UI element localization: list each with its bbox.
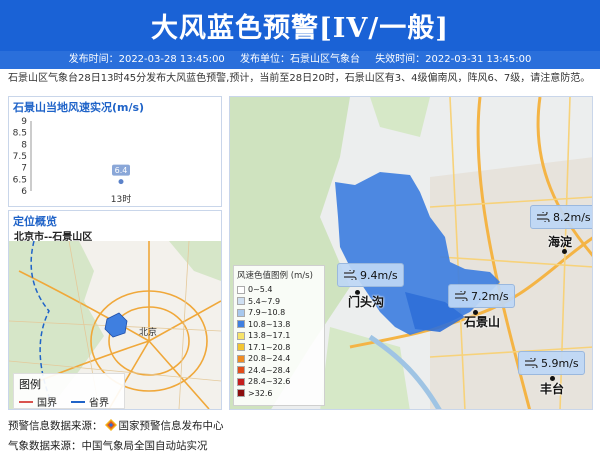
legend-swatch [237, 331, 245, 340]
legend-label: 24.4~28.4 [248, 365, 291, 375]
location-panel-title: 定位概览 [13, 215, 57, 228]
y-tick-label: 7 [21, 164, 27, 174]
wind-icon [537, 212, 550, 222]
wind-icon [344, 270, 357, 280]
legend-provincial-label: 省界 [89, 398, 109, 409]
legend-swatch [237, 343, 245, 352]
wind-speed-panel: 石景山当地风速实况(m/s) 9 8.5 8 7.5 7 6.5 6 6.4 13时 [8, 96, 222, 207]
legend-row: 10.8~13.8 [237, 319, 321, 331]
wind-icon [525, 358, 538, 368]
wind-icon [455, 291, 468, 301]
provincial-border-swatch [71, 400, 85, 403]
warning-source-value: 国家预警信息发布中心 [118, 420, 224, 432]
wind-color-legend: 风速色值图例 (m/s) 0~5.4 5.4~7.9 7.9~10.8 10.8… [233, 265, 325, 406]
legend-swatch [237, 285, 245, 294]
legend-swatch [237, 366, 245, 375]
warning-source-label: 预警信息数据来源： [8, 420, 103, 432]
station-card-shijingshan[interactable]: 7.2m/s [448, 284, 515, 308]
warning-description: 石景山区气象台28日13时45分发布大风蓝色预警,预计，当前至28日20时，石景… [8, 73, 591, 84]
legend-row: 7.9~10.8 [237, 307, 321, 319]
warning-meta-bar: 发布时间：2022-03-28 13:45:00 发布单位：石景山区气象台 失效… [0, 51, 600, 69]
legend-row: 28.4~32.6 [237, 376, 321, 388]
location-legend: 图例 国界 省界 [13, 373, 125, 409]
legend-row: 0~5.4 [237, 284, 321, 296]
station-speed: 5.9m/s [541, 356, 579, 370]
legend-label: 5.4~7.9 [248, 296, 281, 306]
legend-swatch [237, 297, 245, 306]
location-panel: 定位概览 北京市--石景山区 北京 图例 国界 省界 [8, 210, 222, 410]
station-card-fengtai[interactable]: 5.9m/s [518, 351, 585, 375]
nmc-logo-icon [104, 418, 117, 434]
expire-time: 失效时间：2022-03-31 13:45:00 [375, 54, 532, 65]
station-card-haidian[interactable]: 8.2m/s [530, 205, 592, 229]
y-tick-label: 9 [21, 117, 27, 127]
station-card-mentougou[interactable]: 9.4m/s [337, 263, 404, 287]
city-label-beijing: 北京 [139, 326, 157, 338]
legend-swatch [237, 377, 245, 386]
y-tick-label: 7.5 [13, 152, 27, 162]
legend-row: 20.8~24.4 [237, 353, 321, 365]
data-label: 6.4 [115, 166, 128, 175]
station-speed: 9.4m/s [360, 268, 398, 282]
y-tick-label: 6.5 [13, 175, 27, 185]
warning-title: 大风蓝色预警[IV/一般] [151, 13, 449, 44]
legend-row: 13.8~17.1 [237, 330, 321, 342]
legend-row: 17.1~20.8 [237, 342, 321, 354]
data-point[interactable] [118, 179, 124, 185]
legend-title: 风速色值图例 (m/s) [237, 271, 313, 281]
y-tick-label: 6 [21, 187, 27, 197]
legend-label: 17.1~20.8 [248, 342, 291, 352]
station-speed: 7.2m/s [471, 289, 509, 303]
station-speed: 8.2m/s [553, 210, 591, 224]
station-name-mentougou: 门头沟 [348, 295, 385, 309]
legend-national-label: 国界 [37, 398, 57, 409]
wind-map[interactable]: 风速色值图例 (m/s) 0~5.4 5.4~7.9 7.9~10.8 10.8… [229, 96, 593, 410]
national-border-swatch [19, 400, 33, 403]
legend-label: 10.8~13.8 [248, 319, 291, 329]
legend-swatch [237, 354, 245, 363]
legend-label: 13.8~17.1 [248, 331, 291, 341]
y-tick-label: 8.5 [13, 129, 27, 139]
legend-swatch [237, 320, 245, 329]
legend-swatch [237, 389, 245, 398]
legend-swatch [237, 308, 245, 317]
weather-source: 气象数据来源：中国气象局全国自动站实况 [8, 440, 208, 452]
legend-row: >32.6 [237, 388, 321, 400]
station-name-shijingshan: 石景山 [464, 315, 501, 329]
legend-label: 20.8~24.4 [248, 354, 291, 364]
location-legend-title: 图例 [19, 378, 41, 391]
warning-header: 大风蓝色预警[IV/一般] [0, 0, 600, 51]
legend-label: 0~5.4 [248, 285, 273, 295]
wind-speed-chart: 9 8.58 7.5 76.5 6 6.4 13时 [13, 117, 132, 205]
station-name-fengtai: 丰台 [540, 382, 565, 396]
legend-row: 5.4~7.9 [237, 296, 321, 308]
issue-time: 发布时间：2022-03-28 13:45:00 [68, 54, 225, 65]
legend-label: 28.4~32.6 [248, 377, 291, 387]
warning-source: 预警信息数据来源： 国家预警信息发布中心 [8, 418, 224, 434]
station-dot [562, 249, 567, 254]
y-tick-label: 8 [21, 140, 27, 150]
issuer: 发布单位：石景山区气象台 [240, 54, 360, 65]
legend-label: 7.9~10.8 [248, 308, 286, 318]
legend-row: 24.4~28.4 [237, 365, 321, 377]
station-name-haidian: 海淀 [548, 235, 573, 249]
legend-label: >32.6 [248, 388, 273, 398]
x-tick-label: 13时 [111, 193, 131, 205]
